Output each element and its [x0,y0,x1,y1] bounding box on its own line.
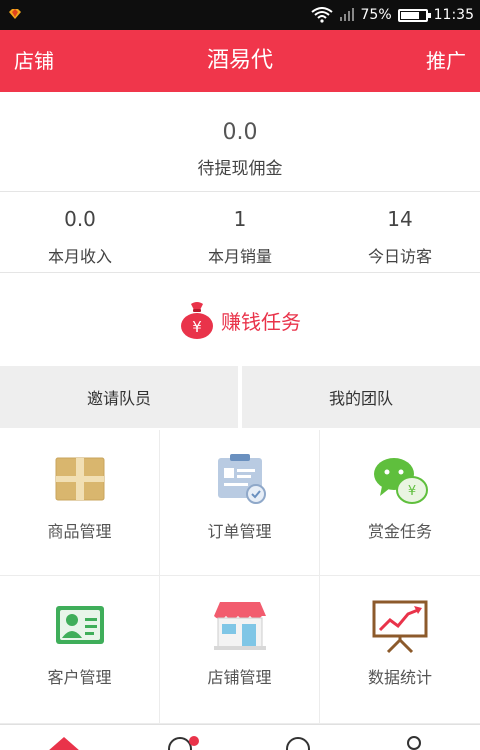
battery-icon [397,8,431,22]
grid-item-data-statistics[interactable]: 数据统计 [320,576,480,724]
wechat-money-icon: ¥ [374,458,428,504]
pending-commission[interactable]: 0.0 待提现佣金 [0,92,480,192]
chart-board-icon [372,600,428,654]
bag-symbol: ¥ [192,318,202,336]
wifi-icon [310,7,333,23]
grid-item-label: 客户管理 [47,668,112,687]
svg-text:¥: ¥ [408,484,416,499]
discover-icon[interactable] [166,735,202,750]
status-bar: 75% 11:35 [0,0,480,30]
grid-item-order-management[interactable]: 订单管理 [160,430,320,576]
grid-item-label: 数据统计 [367,668,432,687]
invite-members-button[interactable]: 邀请队员 [0,366,238,428]
battery-fill [400,11,419,19]
signal-icon [339,8,354,21]
stats-row: 0.0 本月收入 1 本月销量 14 今日访客 [0,193,480,273]
earn-money-task-label: 赚钱任务 [221,309,301,334]
grid-item-label: 订单管理 [207,522,272,541]
grid-item-customer-management[interactable]: 客户管理 [0,576,160,724]
money-bag-icon: ¥ [181,302,213,339]
my-team-button[interactable]: 我的团队 [242,366,480,428]
app-header: 店铺 酒易代 推广 [0,30,480,92]
grid-item-label: 赏金任务 [367,522,432,541]
stat-value: 1 [233,207,247,231]
function-grid: 商品管理 订单管理 ¥ 赏金任务 客户管理 店铺管理 数据统计 [0,430,480,724]
contact-card-icon [55,606,104,644]
storefront-icon [213,602,266,650]
package-icon [55,457,104,501]
grid-item-label: 商品管理 [47,522,112,541]
page-title: 酒易代 [206,48,273,73]
stat-value: 14 [387,207,413,231]
status-right: 75% 11:35 [310,0,474,30]
grid-item-bounty-task[interactable]: ¥ 赏金任务 [320,430,480,576]
bottom-nav [0,724,480,750]
message-icon[interactable] [284,735,312,750]
stat-label: 本月销量 [207,247,272,266]
team-row: 邀请队员 我的团队 [0,366,480,428]
stat-label: 今日访客 [367,247,432,266]
clock: 11:35 [433,7,474,23]
battery-percent: 75% [360,7,392,23]
stat-label: 本月收入 [47,247,112,266]
promote-button[interactable]: 推广 [426,30,466,92]
stat-today-visitors[interactable]: 14 今日访客 [320,193,480,272]
stat-monthly-sales[interactable]: 1 本月销量 [160,193,320,272]
profile-icon[interactable] [400,735,428,750]
stat-monthly-income[interactable]: 0.0 本月收入 [0,193,160,272]
notification-icon [9,9,21,19]
grid-item-label: 店铺管理 [207,668,272,687]
home-icon[interactable] [46,735,82,750]
earn-money-task-button[interactable]: ¥ 赚钱任务 [0,274,480,366]
pending-commission-value: 0.0 [222,120,258,145]
clipboard-icon [217,454,266,504]
grid-item-store-management[interactable]: 店铺管理 [160,576,320,724]
stat-value: 0.0 [64,207,96,231]
grid-item-product-management[interactable]: 商品管理 [0,430,160,576]
pending-commission-label: 待提现佣金 [197,159,283,179]
